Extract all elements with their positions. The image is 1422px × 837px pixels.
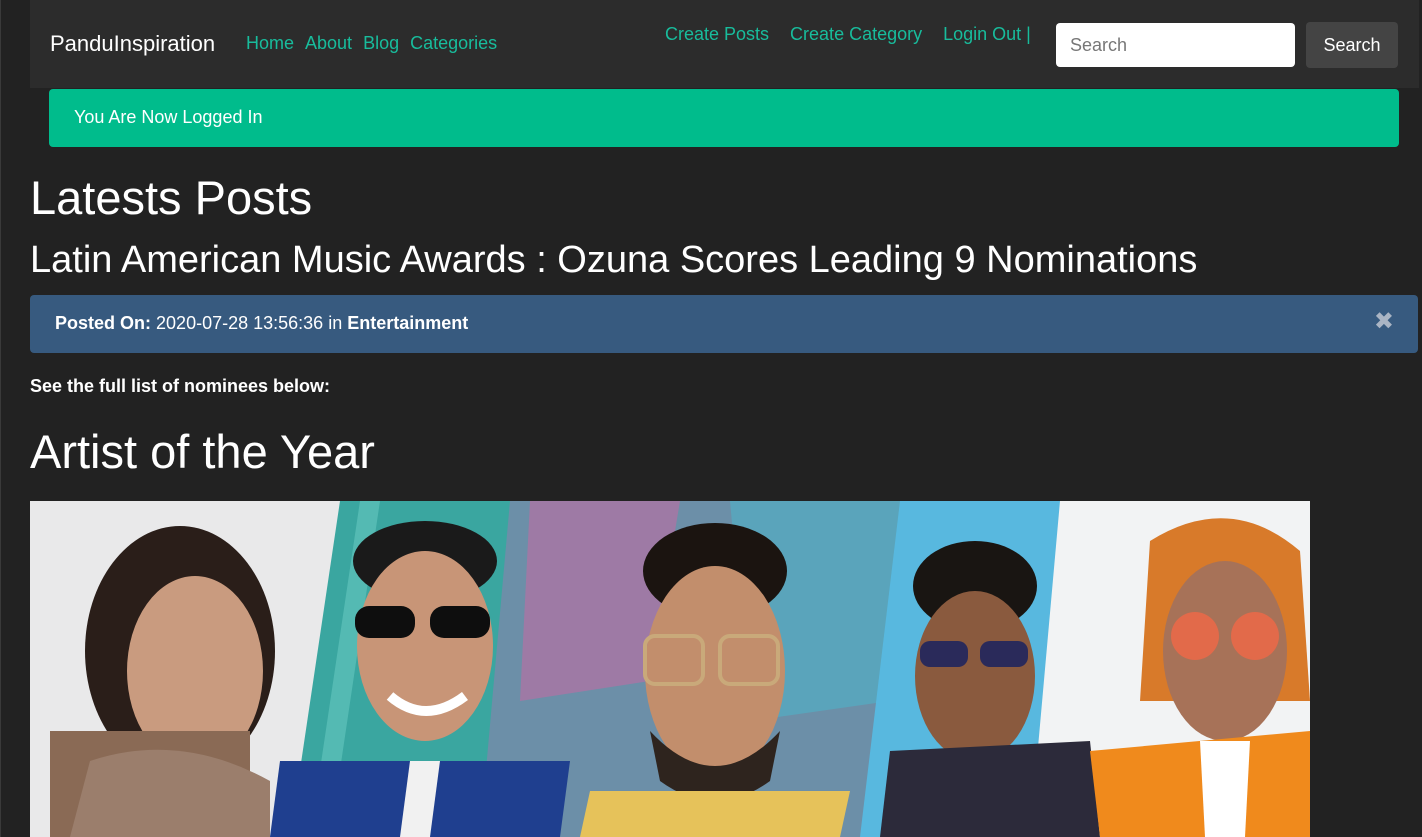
post-in-label: in	[328, 313, 343, 333]
post-category: Entertainment	[347, 313, 469, 333]
nav-main-links: Home About Blog Categories	[246, 33, 497, 54]
close-icon[interactable]: ✖	[1374, 310, 1394, 334]
nav-link-about[interactable]: About	[305, 33, 352, 54]
nav-link-blog[interactable]: Blog	[363, 33, 399, 54]
section-heading: Artist of the Year	[30, 425, 375, 478]
navbar: PanduInspiration Home About Blog Categor…	[30, 0, 1419, 88]
nav-link-create-category[interactable]: Create Category	[790, 24, 922, 45]
page-edge	[0, 0, 1, 837]
brand-link[interactable]: PanduInspiration	[50, 31, 215, 57]
nav-link-categories[interactable]: Categories	[410, 33, 497, 54]
nav-user-links: Create Posts Create Category Login Out |	[665, 24, 1031, 45]
nominees-photo	[30, 501, 1310, 837]
post-title[interactable]: Latin American Music Awards : Ozuna Scor…	[30, 239, 1197, 282]
post-intro: See the full list of nominees below:	[30, 376, 331, 396]
nav-link-home[interactable]: Home	[246, 33, 294, 54]
post-meta-alert: Posted On: 2020-07-28 13:56:36 in Entert…	[30, 295, 1418, 353]
page-title: Latests Posts	[30, 171, 313, 224]
nav-link-logout[interactable]: Login Out |	[943, 24, 1031, 45]
search-button[interactable]: Search	[1306, 22, 1398, 68]
post-date: 2020-07-28 13:56:36	[156, 313, 324, 333]
nav-link-create-posts[interactable]: Create Posts	[665, 24, 769, 45]
login-success-alert: You Are Now Logged In	[49, 89, 1399, 147]
posted-on-label: Posted On:	[55, 313, 152, 333]
search-input[interactable]	[1056, 23, 1295, 67]
